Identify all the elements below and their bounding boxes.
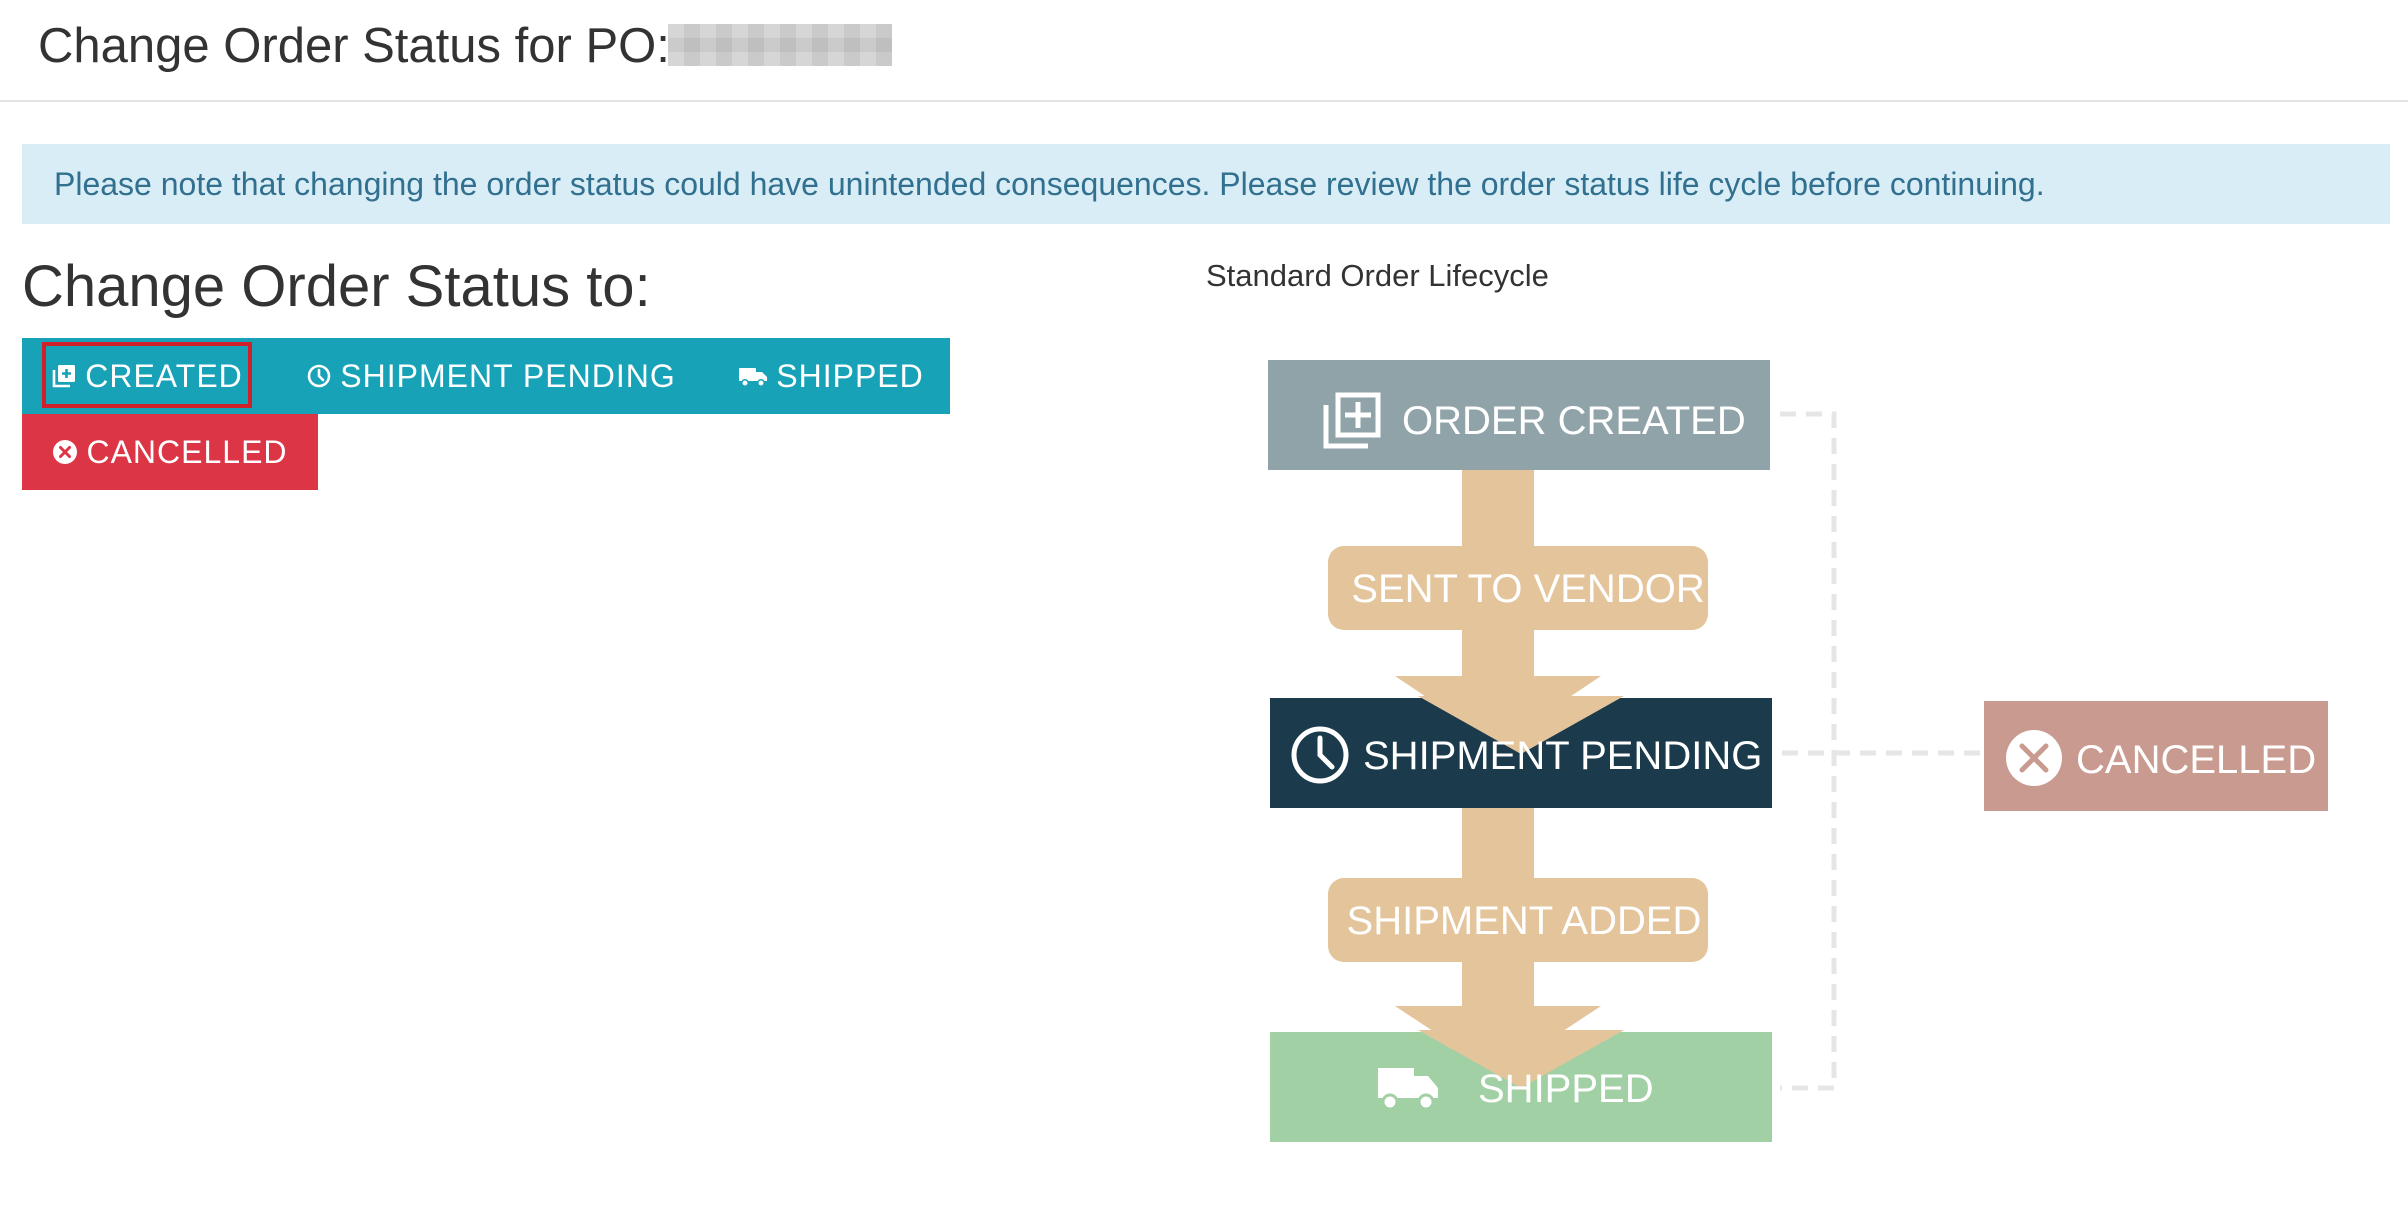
po-number-redacted xyxy=(668,24,892,66)
shipment-pending-state-label: SHIPMENT PENDING xyxy=(1363,734,1762,778)
shipment-pending-button-label: SHIPMENT PENDING xyxy=(340,357,676,394)
shipment-added-label: SHIPMENT ADDED xyxy=(1347,899,1702,943)
shipped-button-label: SHIPPED xyxy=(776,357,924,394)
page-header: Change Order Status for PO: xyxy=(0,0,2408,102)
shipped-button[interactable]: SHIPPED xyxy=(736,338,926,414)
truck-icon xyxy=(738,363,768,389)
lifecycle-label: Standard Order Lifecycle xyxy=(1206,258,1549,293)
warning-alert: Please note that changing the order stat… xyxy=(22,144,2390,224)
state-order-created: ORDER CREATED xyxy=(1268,360,1770,470)
sent-to-vendor-label: SENT TO VENDOR xyxy=(1351,567,1704,611)
state-cancelled: CANCELLED xyxy=(1984,701,2328,811)
shipped-state-label: SHIPPED xyxy=(1478,1067,1654,1111)
cancel-connectors xyxy=(1780,411,1980,1091)
shipment-pending-button[interactable]: SHIPMENT PENDING xyxy=(306,338,676,414)
cancelled-state-label: CANCELLED xyxy=(2076,738,2316,782)
x-circle-icon xyxy=(52,439,78,465)
page-title: Change Order Status for PO: xyxy=(38,19,670,73)
clock-icon xyxy=(306,363,332,389)
cancelled-button[interactable]: CANCELLED xyxy=(22,414,318,490)
order-created-label: ORDER CREATED xyxy=(1402,399,1746,443)
created-button-label: CREATED xyxy=(85,357,243,394)
x-circle-icon xyxy=(2006,730,2062,786)
order-created-icon xyxy=(51,363,77,389)
change-status-heading: Change Order Status to: xyxy=(22,254,651,319)
created-button[interactable]: CREATED xyxy=(42,338,252,414)
state-shipment-pending: SHIPMENT PENDING xyxy=(1270,696,1772,808)
cancelled-button-label: CANCELLED xyxy=(86,433,288,470)
state-shipped: SHIPPED xyxy=(1270,1030,1772,1142)
order-lifecycle-diagram: SENT TO VENDOR SHIPMENT ADDED ORDER CREA… xyxy=(1268,360,2328,1142)
